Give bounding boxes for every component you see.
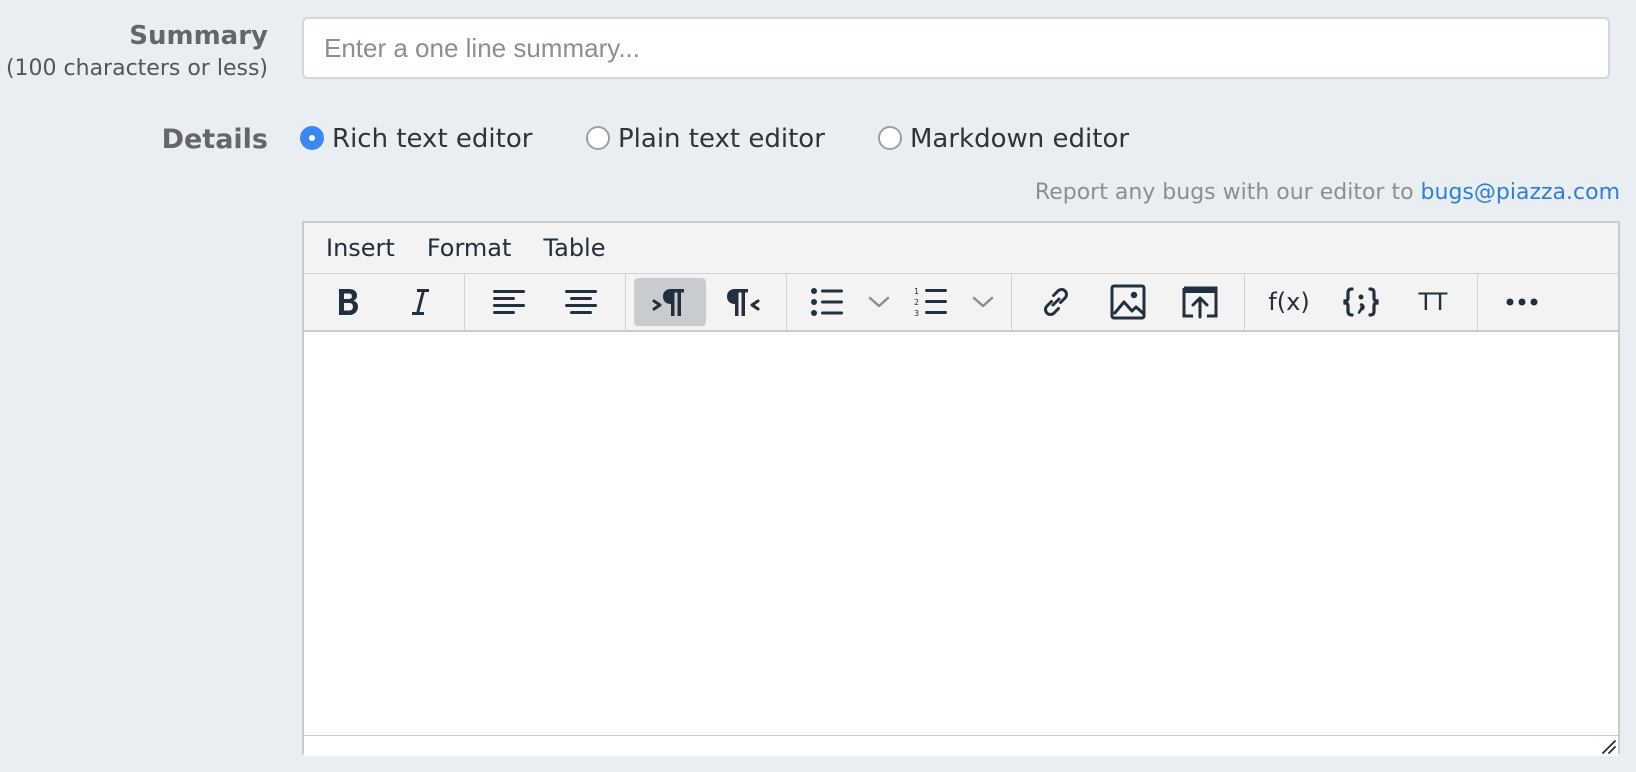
toolbar-group-insert xyxy=(1012,274,1245,330)
editor-content-area[interactable] xyxy=(304,332,1618,735)
code-block-button[interactable] xyxy=(1325,278,1397,326)
left-to-right-button[interactable] xyxy=(634,278,706,326)
toolbar-group-text-style xyxy=(304,274,465,330)
toolbar-group-more xyxy=(1478,274,1566,330)
toolbar-group-align xyxy=(465,274,626,330)
radio-checked-icon[interactable] xyxy=(300,126,324,150)
align-center-button[interactable] xyxy=(545,278,617,326)
numbered-list-dropdown[interactable] xyxy=(963,278,1003,326)
summary-label-group: Summary (100 characters or less) xyxy=(0,18,268,84)
right-to-left-button[interactable] xyxy=(706,278,778,326)
bug-report-email-link[interactable]: bugs@piazza.com xyxy=(1421,180,1620,205)
radio-label: Markdown editor xyxy=(910,124,1130,154)
numbered-list-button[interactable]: 1 2 3 xyxy=(899,278,963,326)
bullet-list-icon xyxy=(811,288,843,316)
numbered-list-icon: 1 2 3 xyxy=(914,287,947,318)
bold-button[interactable] xyxy=(312,278,384,326)
formula-label: f(x) xyxy=(1268,288,1310,316)
editor-menubar: Insert Format Table xyxy=(304,223,1618,274)
chevron-down-icon xyxy=(972,296,994,308)
summary-sublabel: (100 characters or less) xyxy=(5,56,268,81)
radio-label: Plain text editor xyxy=(618,124,825,154)
details-label: Details xyxy=(161,124,268,155)
upload-file-button[interactable] xyxy=(1164,278,1236,326)
svg-text:2: 2 xyxy=(914,298,919,307)
svg-text:1: 1 xyxy=(914,287,919,296)
menu-table[interactable]: Table xyxy=(527,234,621,262)
italic-button[interactable] xyxy=(384,278,456,326)
rtl-icon xyxy=(727,289,760,316)
radio-unchecked-icon[interactable] xyxy=(586,126,610,150)
editor-statusbar xyxy=(304,735,1618,756)
toolbar-group-lists: 1 2 3 xyxy=(787,274,1012,330)
toolbar-group-special: f(x) TT xyxy=(1245,274,1478,330)
bullet-list-dropdown[interactable] xyxy=(859,278,899,326)
link-icon xyxy=(1044,288,1068,316)
italic-icon xyxy=(412,289,429,315)
align-left-button[interactable] xyxy=(473,278,545,326)
menu-format[interactable]: Format xyxy=(411,234,528,262)
editor-toolbar: 1 2 3 f(x) TT xyxy=(304,274,1618,332)
summary-label: Summary xyxy=(129,21,268,51)
rich-text-editor: Insert Format Table 1 2 3 f(x) TT xyxy=(302,221,1620,756)
bold-icon xyxy=(339,289,358,315)
radio-label: Rich text editor xyxy=(332,124,533,154)
more-icon xyxy=(1506,298,1538,306)
chevron-down-icon xyxy=(868,296,890,308)
formula-button[interactable]: f(x) xyxy=(1253,278,1325,326)
teletype-button[interactable]: TT xyxy=(1397,278,1469,326)
menu-insert[interactable]: Insert xyxy=(310,234,411,262)
resize-handle-icon[interactable] xyxy=(1600,738,1616,754)
bug-report-note: Report any bugs with our editor to bugs@… xyxy=(1035,180,1620,205)
radio-unchecked-icon[interactable] xyxy=(878,126,902,150)
link-button[interactable] xyxy=(1020,278,1092,326)
radio-plain-text-editor[interactable]: Plain text editor xyxy=(586,124,825,154)
upload-icon xyxy=(1182,286,1218,319)
radio-markdown-editor[interactable]: Markdown editor xyxy=(878,124,1129,154)
align-left-icon xyxy=(493,290,525,314)
bullet-list-button[interactable] xyxy=(795,278,859,326)
image-icon xyxy=(1110,284,1146,320)
toolbar-group-direction xyxy=(626,274,787,330)
align-center-icon xyxy=(565,290,597,314)
bug-note-text: Report any bugs with our editor to xyxy=(1034,180,1414,205)
code-braces-icon xyxy=(1343,287,1379,317)
summary-input[interactable] xyxy=(302,17,1610,79)
more-options-button[interactable] xyxy=(1486,278,1558,326)
radio-rich-text-editor[interactable]: Rich text editor xyxy=(300,124,532,154)
teletype-label: TT xyxy=(1418,288,1448,316)
svg-text:3: 3 xyxy=(914,309,919,318)
insert-image-button[interactable] xyxy=(1092,278,1164,326)
ltr-icon xyxy=(652,289,684,316)
